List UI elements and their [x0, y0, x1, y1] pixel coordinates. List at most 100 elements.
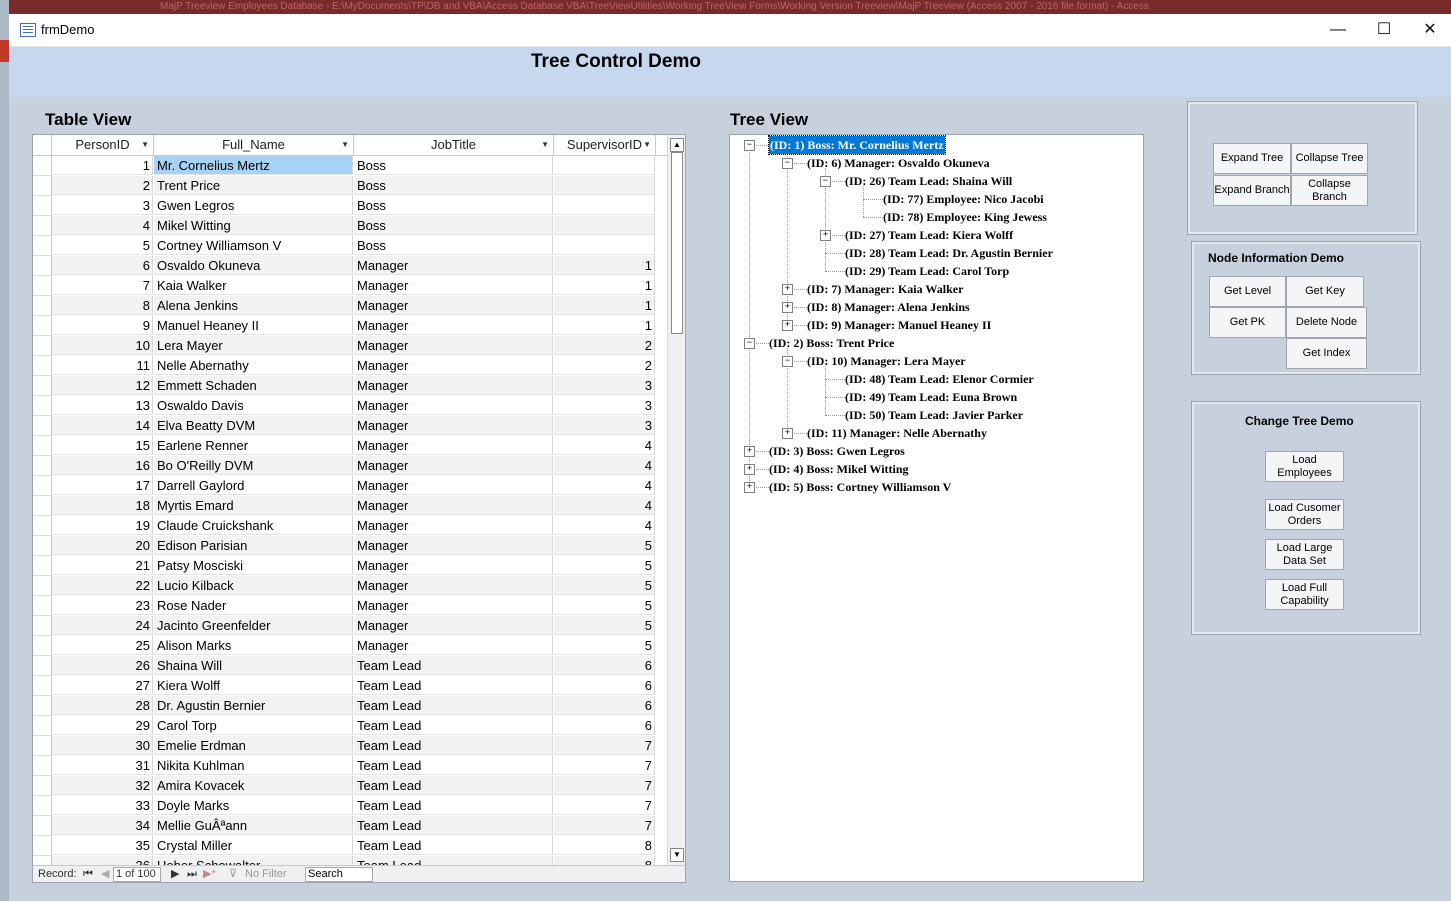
record-selector[interactable] [33, 816, 52, 836]
cell-personid[interactable]: 5 [52, 236, 153, 255]
tree-node[interactable]: (ID: 2) Boss: Trent Price [769, 334, 894, 352]
tree-node[interactable]: (ID: 7) Manager: Kaia Walker [807, 280, 963, 298]
cell-personid[interactable]: 6 [52, 256, 153, 275]
get-key-button[interactable]: Get Key [1286, 276, 1364, 307]
cell-jobtitle[interactable]: Team Lead [354, 736, 553, 755]
cell-full-name[interactable]: Earlene Renner [154, 436, 353, 455]
cell-full-name[interactable]: Oswaldo Davis [154, 396, 353, 415]
cell-jobtitle[interactable]: Manager [354, 276, 553, 295]
table-row[interactable]: 30 Emelie Erdman Team Lead 7 [33, 736, 667, 756]
expand-tree-button[interactable]: Expand Tree [1213, 143, 1291, 174]
tree-node[interactable]: (ID: 10) Manager: Lera Mayer [807, 352, 966, 370]
table-row[interactable]: 33 Doyle Marks Team Lead 7 [33, 796, 667, 816]
cell-jobtitle[interactable]: Team Lead [354, 696, 553, 715]
record-selector[interactable] [33, 736, 52, 756]
table-row[interactable]: 32 Amira Kovacek Team Lead 7 [33, 776, 667, 796]
cell-full-name[interactable]: Mr. Cornelius Mertz [154, 156, 353, 175]
cell-supervisorid[interactable]: 4 [554, 456, 655, 475]
column-header-jobtitle[interactable]: JobTitle ▼ [354, 135, 554, 155]
expand-node-icon[interactable]: + [782, 302, 793, 313]
cell-full-name[interactable]: Jacinto Greenfelder [154, 616, 353, 635]
cell-personid[interactable]: 3 [52, 196, 153, 215]
cell-supervisorid[interactable]: 2 [554, 336, 655, 355]
cell-full-name[interactable]: Cortney Williamson V [154, 236, 353, 255]
cell-supervisorid[interactable]: 7 [554, 736, 655, 755]
cell-full-name[interactable]: Emmett Schaden [154, 376, 353, 395]
cell-personid[interactable]: 16 [52, 456, 153, 475]
cell-personid[interactable]: 26 [52, 656, 153, 675]
tree-node[interactable]: (ID: 77) Employee: Nico Jacobi [883, 190, 1044, 208]
cell-jobtitle[interactable]: Boss [354, 176, 553, 195]
tree-node[interactable]: (ID: 29) Team Lead: Carol Torp [845, 262, 1009, 280]
cell-personid[interactable]: 27 [52, 676, 153, 695]
table-row[interactable]: 1 Mr. Cornelius Mertz Boss [33, 156, 667, 176]
maximize-button[interactable]: ☐ [1361, 14, 1407, 46]
cell-full-name[interactable]: Kaia Walker [154, 276, 353, 295]
column-header-supervisorid[interactable]: SupervisorID ▼ [554, 135, 656, 155]
cell-personid[interactable]: 13 [52, 396, 153, 415]
cell-supervisorid[interactable]: 4 [554, 496, 655, 515]
current-record-field[interactable]: 1 of 100 [113, 867, 161, 882]
tree-node[interactable]: (ID: 49) Team Lead: Euna Brown [845, 388, 1017, 406]
cell-supervisorid[interactable]: 2 [554, 356, 655, 375]
load-large-data-set-button[interactable]: Load Large Data Set [1265, 539, 1344, 570]
table-row[interactable]: 19 Claude Cruickshank Manager 4 [33, 516, 667, 536]
cell-supervisorid[interactable]: 7 [554, 756, 655, 775]
cell-full-name[interactable]: Trent Price [154, 176, 353, 195]
record-selector[interactable] [33, 636, 52, 656]
cell-supervisorid[interactable]: 3 [554, 416, 655, 435]
expand-branch-button[interactable]: Expand Branch [1213, 175, 1291, 206]
chevron-down-icon[interactable]: ▼ [341, 135, 349, 155]
cell-supervisorid[interactable]: 6 [554, 656, 655, 675]
table-row[interactable]: 3 Gwen Legros Boss [33, 196, 667, 216]
table-row[interactable]: 29 Carol Torp Team Lead 6 [33, 716, 667, 736]
cell-personid[interactable]: 12 [52, 376, 153, 395]
cell-jobtitle[interactable]: Manager [354, 436, 553, 455]
cell-full-name[interactable]: Kiera Wolff [154, 676, 353, 695]
record-selector[interactable] [33, 536, 52, 556]
cell-full-name[interactable]: Nelle Abernathy [154, 356, 353, 375]
cell-jobtitle[interactable]: Team Lead [354, 816, 553, 835]
cell-personid[interactable]: 11 [52, 356, 153, 375]
cell-personid[interactable]: 15 [52, 436, 153, 455]
collapse-node-icon[interactable]: − [782, 356, 793, 367]
cell-supervisorid[interactable]: 6 [554, 676, 655, 695]
cell-jobtitle[interactable]: Manager [354, 476, 553, 495]
minimize-button[interactable]: — [1315, 14, 1361, 46]
scroll-thumb[interactable] [671, 152, 683, 334]
table-row[interactable]: 7 Kaia Walker Manager 1 [33, 276, 667, 296]
record-selector[interactable] [33, 576, 52, 596]
cell-personid[interactable]: 28 [52, 696, 153, 715]
cell-jobtitle[interactable]: Team Lead [354, 836, 553, 855]
cell-supervisorid[interactable]: 4 [554, 436, 655, 455]
get-pk-button[interactable]: Get PK [1209, 307, 1286, 338]
cell-jobtitle[interactable]: Manager [354, 556, 553, 575]
cell-jobtitle[interactable]: Boss [354, 216, 553, 235]
cell-jobtitle[interactable]: Team Lead [354, 776, 553, 795]
collapse-node-icon[interactable]: − [782, 158, 793, 169]
expand-node-icon[interactable]: + [744, 482, 755, 493]
cell-supervisorid[interactable]: 5 [554, 596, 655, 615]
cell-full-name[interactable]: Lucio Kilback [154, 576, 353, 595]
cell-jobtitle[interactable]: Manager [354, 356, 553, 375]
table-row[interactable]: 22 Lucio Kilback Manager 5 [33, 576, 667, 596]
first-record-icon[interactable]: ⏮ [83, 866, 93, 882]
cell-jobtitle[interactable]: Manager [354, 636, 553, 655]
select-all-corner[interactable] [33, 135, 52, 155]
cell-personid[interactable]: 7 [52, 276, 153, 295]
cell-jobtitle[interactable]: Manager [354, 376, 553, 395]
record-selector[interactable] [33, 316, 52, 336]
cell-personid[interactable]: 17 [52, 476, 153, 495]
cell-personid[interactable]: 25 [52, 636, 153, 655]
filter-icon[interactable]: ⊽ [229, 866, 237, 882]
cell-full-name[interactable]: Shaina Will [154, 656, 353, 675]
cell-supervisorid[interactable]: 5 [554, 636, 655, 655]
cell-personid[interactable]: 2 [52, 176, 153, 195]
cell-supervisorid[interactable]: 7 [554, 796, 655, 815]
vertical-scrollbar[interactable]: ▲ ▼ [667, 135, 685, 866]
tree-node[interactable]: (ID: 5) Boss: Cortney Williamson V [769, 478, 951, 496]
cell-personid[interactable]: 8 [52, 296, 153, 315]
cell-supervisorid[interactable]: 5 [554, 536, 655, 555]
cell-jobtitle[interactable]: Manager [354, 616, 553, 635]
record-selector[interactable] [33, 216, 52, 236]
